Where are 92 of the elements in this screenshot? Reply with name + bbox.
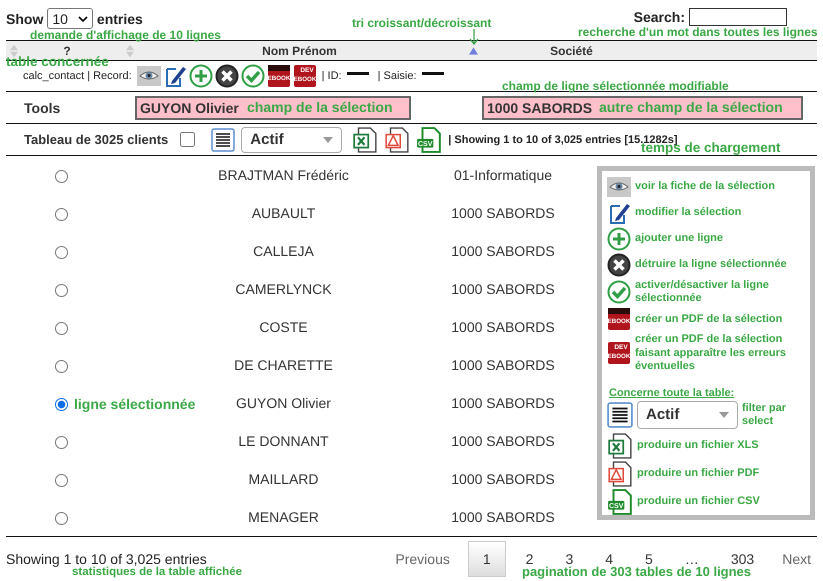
annotation-text: autre champ de la sélection [599, 99, 783, 115]
redaction-bar [346, 72, 369, 74]
annotation-text: champ de la sélection [247, 99, 392, 115]
radio-button[interactable] [55, 170, 68, 183]
table-cell: COSTE [259, 319, 308, 335]
legend-text: créer un PDF de la sélection faisant apparaître les erreurs éventuelles [635, 333, 788, 373]
table-cell: MENAGER [248, 509, 319, 525]
table-cell: CALLEJA [253, 243, 314, 259]
column-header[interactable]: ? [18, 44, 122, 58]
table-title: Tableau de 3025 clients [24, 132, 168, 147]
sort-ascending-icon[interactable] [469, 46, 478, 54]
legend-text: produire un fichier CSV [637, 495, 760, 509]
annotation-text: demande d'affichage de 10 lignes [30, 28, 221, 42]
pagination-link[interactable]: Previous [377, 550, 468, 568]
checkmark-circle-icon[interactable] [240, 64, 265, 88]
legend-text: détruire la ligne sélectionnée [635, 258, 787, 272]
pdf-file-icon[interactable] [384, 126, 410, 152]
list-icon[interactable] [211, 128, 236, 152]
annotation-text: champ de ligne sélectionnée modifiable [502, 79, 729, 93]
annotation-text: recherche d'un mot dans toutes les lignes [578, 25, 818, 39]
show-label: Show [6, 10, 44, 26]
table-cell: AUBAULT [252, 205, 316, 221]
search-field[interactable] [689, 8, 787, 26]
column-header[interactable]: Société [478, 44, 615, 58]
table-cell: GUYON Olivier [236, 395, 331, 411]
x-circle-icon [607, 253, 631, 277]
table-cell: 1000 SABORDS [451, 281, 555, 297]
table-cell: 1000 SABORDS [451, 433, 555, 449]
list-icon [607, 402, 633, 428]
pagination-ellipsis: … [684, 550, 699, 567]
radio-button[interactable] [55, 208, 68, 221]
table-cell: LE DONNANT [238, 433, 329, 449]
radio-button[interactable] [55, 246, 68, 259]
column-header[interactable]: Nom Prénom [134, 44, 465, 58]
radio-button[interactable] [55, 474, 68, 487]
page-length-select[interactable]: 10 [47, 8, 93, 29]
table-info: | Showing 1 to 10 of 3,025 entries [15.1282s] [448, 134, 678, 146]
radio-button[interactable] [55, 284, 68, 297]
radio-button[interactable] [55, 322, 68, 335]
status-select[interactable]: Actif [241, 126, 342, 152]
section-title: Concerne toute la table: [609, 386, 736, 399]
table-cell: BRAJTMAN Frédéric [218, 167, 349, 183]
table-cell: 1000 SABORDS [451, 357, 555, 373]
eye-icon [607, 175, 631, 199]
radio-button[interactable] [55, 398, 68, 411]
checkbox[interactable] [180, 132, 196, 147]
table-cell: 1000 SABORDS [451, 205, 555, 221]
legend-text: activer/désactiver la ligne sélectionnée [635, 279, 770, 306]
leader-arrow [469, 29, 479, 45]
table-cell: DE CHARETTE [234, 357, 333, 373]
saisie-label: | Saisie: [378, 70, 417, 82]
legend-text: filter par select [742, 402, 788, 428]
table-cell: 1000 SABORDS [451, 243, 555, 259]
eye-icon[interactable] [136, 64, 161, 88]
table-cell: MAILLARD [248, 471, 319, 487]
pagination-link[interactable]: Next [770, 550, 817, 568]
radio-button[interactable] [55, 360, 68, 373]
caret-icon [323, 136, 334, 142]
legend-text: voir la fiche de la sélection [635, 180, 775, 194]
annotation-text: ligne sélectionnée [74, 396, 196, 412]
page-button[interactable]: 1 [468, 541, 506, 577]
spreadsheet-file-icon[interactable] [352, 126, 378, 152]
spreadsheet-file-icon [607, 432, 633, 459]
table-cell: 1000 SABORDS [451, 395, 555, 411]
id-label: | ID: [322, 70, 342, 82]
entries-label: entries [96, 10, 143, 26]
table-cell: 1000 SABORDS [451, 319, 555, 335]
search-label: Search: [634, 9, 685, 25]
caret-icon [719, 412, 729, 418]
table-cell: 1000 SABORDS [451, 471, 555, 487]
status-select[interactable]: Actif [637, 400, 738, 429]
annotation-text: tri croissant/décroissant [352, 16, 492, 30]
table-cell: 1000 SABORDS [451, 509, 555, 525]
radio-button[interactable] [55, 512, 68, 525]
pencil-document-icon [607, 201, 631, 225]
table-label: calc_contact | Record: [23, 70, 132, 82]
legend-text: créer un PDF de la sélection [635, 312, 782, 326]
checkmark-circle-icon [607, 280, 631, 304]
annotation-text: statistiques de la table affichée [72, 566, 242, 578]
table-cell: 01-Informatique [454, 167, 552, 183]
legend-text: modifier la sélection [635, 206, 742, 220]
radio-button[interactable] [55, 436, 68, 449]
chevron-icon [78, 16, 88, 22]
x-circle-icon[interactable] [214, 64, 239, 88]
pdf-file-icon [607, 460, 633, 487]
legend-text: produire un fichier PDF [637, 467, 760, 481]
redaction-bar [422, 72, 444, 74]
legend-text: ajouter une ligne [635, 232, 724, 246]
plus-circle-icon [607, 227, 631, 251]
tools-label: Tools [23, 100, 62, 116]
table-cell: CAMERLYNCK [235, 281, 332, 297]
legend-text: produire un fichier XLS [637, 439, 759, 453]
